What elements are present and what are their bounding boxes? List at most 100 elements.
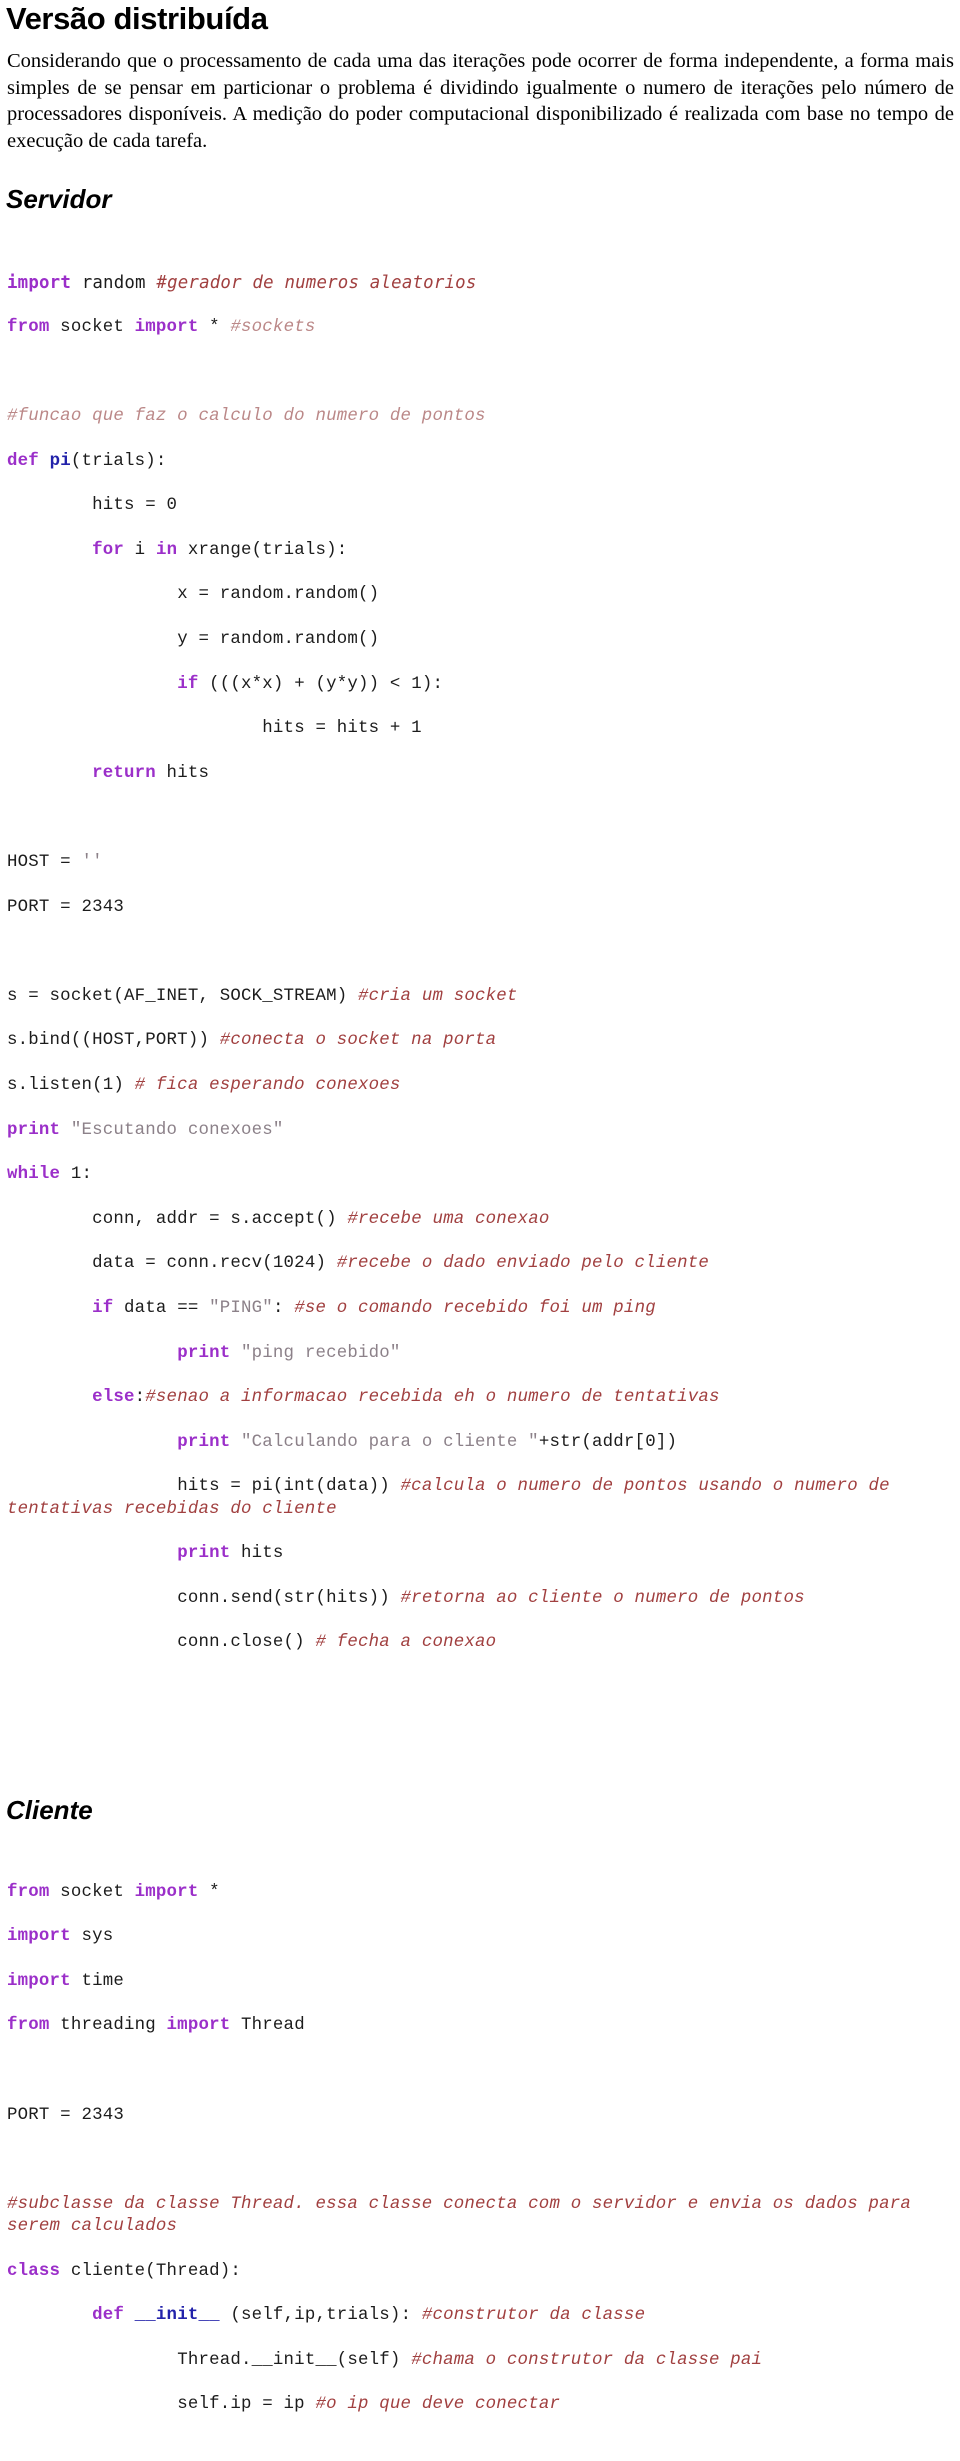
plain-token: conn.close() — [7, 1633, 316, 1653]
code-line: PORT = 2343 — [7, 2105, 958, 2127]
code-line: hits = 0 — [7, 495, 958, 517]
plain-token: s.bind((HOST,PORT)) — [7, 1031, 220, 1051]
code-line: from threading import Thread — [7, 2015, 958, 2037]
keyword-token: if — [92, 1298, 114, 1318]
comment-token: #sockets — [230, 317, 316, 337]
plain-token: hits = pi(int(data)) — [7, 1477, 401, 1497]
plain-token: sys — [70, 1927, 114, 1947]
code-line: import time — [7, 1971, 958, 1993]
plain-token: (trials): — [70, 451, 167, 471]
plain-token: hits = hits + 1 — [7, 719, 422, 739]
code-line: import random #gerador de numeros aleato… — [7, 272, 958, 294]
keyword-token: def — [7, 451, 39, 471]
string-token: "ping recebido" — [230, 1343, 401, 1363]
plain-token: : — [134, 1388, 146, 1408]
code-line: def __init__ (self,ip,trials): #construt… — [7, 2305, 958, 2327]
plain-token: hits — [155, 763, 210, 783]
keyword-token: import — [166, 2016, 231, 2036]
code-line: s.listen(1) # fica esperando conexoes — [7, 1075, 958, 1097]
code-line: print "Escutando conexoes" — [7, 1120, 958, 1142]
keyword-token: return — [92, 763, 156, 783]
code-line: hits = hits + 1 — [7, 718, 958, 740]
plain-token: Thread — [230, 2016, 305, 2036]
code-line: x = random.random() — [7, 584, 958, 606]
function-name-token: pi — [49, 451, 71, 471]
code-line: data = conn.recv(1024) #recebe o dado en… — [7, 1253, 958, 1275]
section-heading-servidor: Servidor — [6, 184, 112, 214]
keyword-token: print — [177, 1544, 231, 1564]
code-line: print "Calculando para o cliente "+str(a… — [7, 1432, 958, 1454]
code-line: #subclasse da classe Thread. essa classe… — [7, 2194, 958, 2239]
plain-token: HOST = — [7, 853, 82, 873]
code-line: while 1: — [7, 1164, 958, 1186]
plain-token: cliente(Thread): — [60, 2261, 242, 2281]
plain-token: PORT = 2343 — [7, 897, 124, 917]
function-name-token: __init__ — [124, 2306, 220, 2326]
code-line: hits = pi(int(data)) #calcula o numero d… — [7, 1476, 958, 1521]
plain-token: random — [71, 273, 157, 294]
comment-token: #conecta o socket na porta — [219, 1031, 497, 1051]
code-line: else:#senao a informacao recebida eh o n… — [7, 1387, 958, 1409]
code-line: self.ip = ip #o ip que deve conectar — [7, 2394, 958, 2416]
code-line: Thread.__init__(self) #chama o construto… — [7, 2350, 958, 2372]
comment-token: #retorna ao cliente o numero de pontos — [400, 1588, 805, 1608]
keyword-token: import — [7, 1927, 71, 1947]
keyword-token: in — [155, 540, 178, 560]
code-block-cliente: from socket import * import sys import t… — [2, 1859, 958, 2461]
comment-token: #gerador de numeros aleatorios — [156, 273, 477, 294]
keyword-token: from — [7, 1882, 50, 1902]
code-line: if data == "PING": #se o comando recebid… — [7, 1298, 958, 1320]
comment-token: #construtor da classe — [421, 2306, 646, 2326]
document-page: Versão distribuída Considerando que o pr… — [0, 0, 960, 2415]
code-line: from socket import * #sockets — [7, 317, 958, 339]
code-line: import sys — [7, 1926, 958, 1948]
keyword-token: import — [7, 1971, 71, 1991]
plain-token: PORT = 2343 — [7, 2105, 124, 2125]
comment-token: #recebe o dado enviado pelo cliente — [336, 1254, 709, 1274]
plain-token: s.listen(1) — [7, 1075, 135, 1095]
string-token: "Escutando conexoes" — [60, 1120, 284, 1140]
plain-token: conn.send(str(hits)) — [7, 1588, 401, 1608]
plain-token: hits — [230, 1544, 284, 1564]
code-line: for i in xrange(trials): — [7, 540, 958, 562]
plain-token: conn, addr = s.accept() — [7, 1209, 348, 1229]
keyword-token: print — [177, 1343, 231, 1363]
code-line: print "ping recebido" — [7, 1343, 958, 1365]
comment-token: #senao a informacao recebida eh o numero… — [145, 1388, 720, 1408]
comment-token: #se o comando recebido foi um ping — [294, 1298, 656, 1318]
plain-token: x = random.random() — [7, 585, 380, 605]
code-line: print hits — [7, 1543, 958, 1565]
keyword-token: import — [134, 317, 199, 337]
plain-token: s = socket(AF_INET, SOCK_STREAM) — [7, 986, 358, 1006]
plain-token: 1: — [60, 1165, 93, 1185]
keyword-token: while — [7, 1165, 61, 1185]
code-line: conn, addr = s.accept() #recebe uma cone… — [7, 1209, 958, 1231]
plain-token: y = random.random() — [7, 630, 380, 650]
string-token: "PING" — [209, 1298, 273, 1318]
comment-token: #chama o construtor da classe pai — [411, 2350, 763, 2370]
code-block-servidor: import random #gerador de numeros aleato… — [2, 250, 958, 1699]
code-line: s.bind((HOST,PORT)) #conecta o socket na… — [7, 1030, 958, 1052]
section-heading-cliente: Cliente — [6, 1795, 93, 1826]
comment-token: #funcao que faz o calculo do numero de p… — [7, 407, 486, 427]
comment-token: #cria um socket — [358, 986, 518, 1006]
keyword-token: from — [7, 317, 50, 337]
plain-token: data = conn.recv(1024) — [7, 1254, 337, 1274]
plain-token: Thread.__init__(self) — [7, 2350, 412, 2370]
